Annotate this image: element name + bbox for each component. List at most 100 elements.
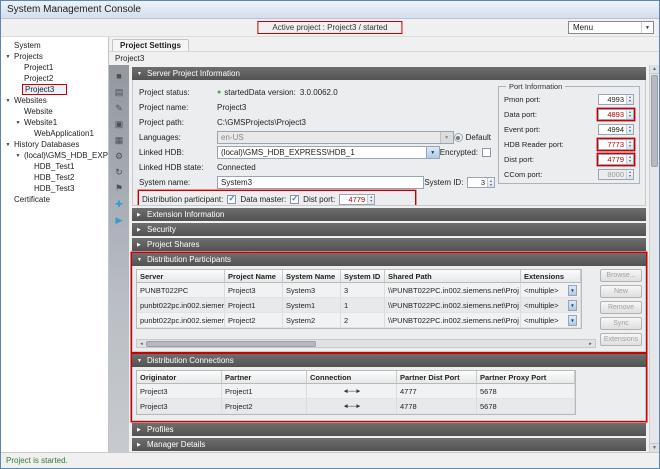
settings-icon[interactable]: ⚙ (112, 150, 126, 162)
tree-item-project3[interactable]: Project3 (1, 84, 108, 95)
tree-expander-icon[interactable]: ▼ (14, 120, 22, 126)
column-header-project-name[interactable]: Project Name (225, 270, 283, 283)
flag-icon[interactable]: ⚑ (112, 182, 126, 194)
chevron-down-icon[interactable]: ▼ (568, 315, 577, 326)
languages-dropdown[interactable]: en-US ▼ (217, 131, 454, 144)
tree-item-certificate[interactable]: Certificate (1, 194, 108, 205)
scroll-right-icon[interactable]: ► (586, 340, 595, 347)
hdb-reader-port-input[interactable]: 7773▲▼ (598, 139, 634, 150)
table-cell[interactable]: punbt022pc.in002.siemer (137, 298, 225, 313)
table-cell[interactable]: 4778 (397, 399, 477, 414)
section-header-manager-details[interactable]: ▶ Manager Details (132, 438, 646, 451)
tree-item-website[interactable]: Website (1, 106, 108, 117)
table-cell[interactable]: System2 (283, 313, 341, 328)
spinner-icon[interactable]: ▲▼ (626, 125, 633, 134)
table-cell[interactable]: Project2 (222, 399, 307, 414)
table-cell[interactable]: System1 (283, 298, 341, 313)
chevron-down-icon[interactable]: ▼ (568, 300, 577, 311)
table-cell[interactable]: Project2 (225, 313, 283, 328)
section-header-extension-information[interactable]: ▶ Extension Information (132, 208, 646, 221)
column-header-partner[interactable]: Partner (222, 371, 307, 384)
ccom-port-input[interactable]: 8000▲▼ (598, 169, 634, 180)
extensions-cell[interactable]: <multiple>▼ (521, 313, 581, 328)
tree-item-project2[interactable]: Project2 (1, 73, 108, 84)
tree-item-history-databases[interactable]: ▼History Databases (1, 139, 108, 150)
tree-item-hdb-test3[interactable]: HDB_Test3 (1, 183, 108, 194)
spinner-icon[interactable]: ▲▼ (626, 95, 633, 104)
horizontal-scrollbar[interactable]: ◄ ► (136, 339, 596, 348)
table-cell[interactable]: 4777 (397, 384, 477, 399)
tree-item-projects[interactable]: ▼Projects (1, 51, 108, 62)
table-cell[interactable]: 1 (341, 298, 385, 313)
table-cell[interactable]: 2 (341, 313, 385, 328)
section-header-security[interactable]: ▶ Security (132, 223, 646, 236)
extensions-cell[interactable]: <multiple>▼ (521, 283, 581, 298)
chevron-down-icon[interactable]: ▼ (440, 132, 453, 143)
tree-item-project1[interactable]: Project1 (1, 62, 108, 73)
data-port-input[interactable]: 4893▲▼ (598, 109, 634, 120)
table-cell[interactable]: Project1 (225, 298, 283, 313)
tree-item-website1[interactable]: ▼Website1 (1, 117, 108, 128)
tree-expander-icon[interactable]: ▼ (4, 142, 12, 148)
browse-button[interactable]: Browse... (600, 269, 642, 282)
system-id-input[interactable]: 3▲▼ (467, 177, 495, 188)
encrypted-checkbox[interactable] (482, 148, 491, 157)
scroll-left-icon[interactable]: ◄ (137, 340, 146, 347)
column-header-server[interactable]: Server (137, 270, 225, 283)
section-header-distribution-participants[interactable]: ▼ Distribution Participants (132, 253, 646, 266)
table-cell[interactable]: PUNBT022PC (137, 283, 225, 298)
spinner-icon[interactable]: ▲▼ (626, 170, 633, 179)
tree-expander-icon[interactable]: ▼ (4, 98, 12, 104)
table-cell[interactable]: System3 (283, 283, 341, 298)
section-header-project-shares[interactable]: ▶ Project Shares (132, 238, 646, 251)
scroll-up-icon[interactable]: ▲ (650, 65, 659, 74)
linked-hdb-dropdown[interactable]: (local)\GMS_HDB_EXPRESS\HDB_1 ▼ (217, 146, 440, 159)
scrollbar-thumb[interactable] (651, 75, 658, 167)
sync-button[interactable]: Sync (600, 317, 642, 330)
column-header-extensions[interactable]: Extensions (521, 270, 581, 283)
table-cell[interactable]: 3 (341, 283, 385, 298)
chevron-down-icon[interactable]: ▼ (568, 285, 577, 296)
pmon-port-input[interactable]: 4993▲▼ (598, 94, 634, 105)
tree-expander-icon[interactable]: ▼ (14, 153, 22, 159)
vertical-scrollbar[interactable]: ▲ ▼ (649, 65, 659, 452)
table-cell[interactable]: Project3 (225, 283, 283, 298)
tree-item-hdb-test2[interactable]: HDB_Test2 (1, 172, 108, 183)
distribution-participant-checkbox[interactable]: ✓ (227, 195, 236, 204)
table-cell[interactable]: Project3 (137, 384, 222, 399)
extensions-button[interactable]: Extensions (600, 333, 642, 346)
document-icon[interactable]: ▤ (112, 86, 126, 98)
section-header-distribution-connections[interactable]: ▼ Distribution Connections (132, 354, 646, 367)
table-cell[interactable]: punbt022pc.in002.siemer (137, 313, 225, 328)
table-cell[interactable]: 5678 (477, 384, 575, 399)
spinner-icon[interactable]: ▲▼ (626, 155, 633, 164)
tree-item-hdb-test1[interactable]: HDB_Test1 (1, 161, 108, 172)
copy-icon[interactable]: ▣ (112, 118, 126, 130)
data-master-checkbox[interactable]: ✓ (290, 195, 299, 204)
table-cell[interactable]: Project3 (137, 399, 222, 414)
tree-item-websites[interactable]: ▼Websites (1, 95, 108, 106)
tree-item-webapplication1[interactable]: WebApplication1 (1, 128, 108, 139)
column-header-system-name[interactable]: System Name (283, 270, 341, 283)
column-header-originator[interactable]: Originator (137, 371, 222, 384)
chevron-down-icon[interactable]: ▼ (426, 147, 439, 158)
tree-item-gms-hdb-express[interactable]: ▼(local)\GMS_HDB_EXPRESS (1, 150, 108, 161)
section-header-server-project-information[interactable]: ▼ Server Project Information (132, 67, 646, 80)
menu-dropdown[interactable]: Menu ▼ (568, 21, 654, 34)
dist-port-input[interactable]: 4779▲▼ (598, 154, 634, 165)
scrollbar-thumb[interactable] (146, 341, 316, 347)
stop-icon[interactable]: ■ (112, 70, 126, 82)
table-cell[interactable]: \\PUNBT022PC.in002.siemens.net\Proj (385, 283, 521, 298)
spinner-icon[interactable]: ▲▼ (626, 140, 633, 149)
tree-item-system[interactable]: System (1, 40, 108, 51)
tree-expander-icon[interactable]: ▼ (4, 54, 12, 60)
system-name-input[interactable]: System3 (217, 176, 424, 189)
extensions-cell[interactable]: <multiple>▼ (521, 298, 581, 313)
tab-project-settings[interactable]: Project Settings (112, 39, 189, 51)
column-header-shared-path[interactable]: Shared Path (385, 270, 521, 283)
new-button[interactable]: New (600, 285, 642, 298)
section-header-profiles[interactable]: ▶ Profiles (132, 423, 646, 436)
start-icon[interactable]: ▶ (112, 214, 126, 226)
spinner-icon[interactable]: ▲▼ (367, 195, 374, 204)
column-header-connection[interactable]: Connection (307, 371, 397, 384)
